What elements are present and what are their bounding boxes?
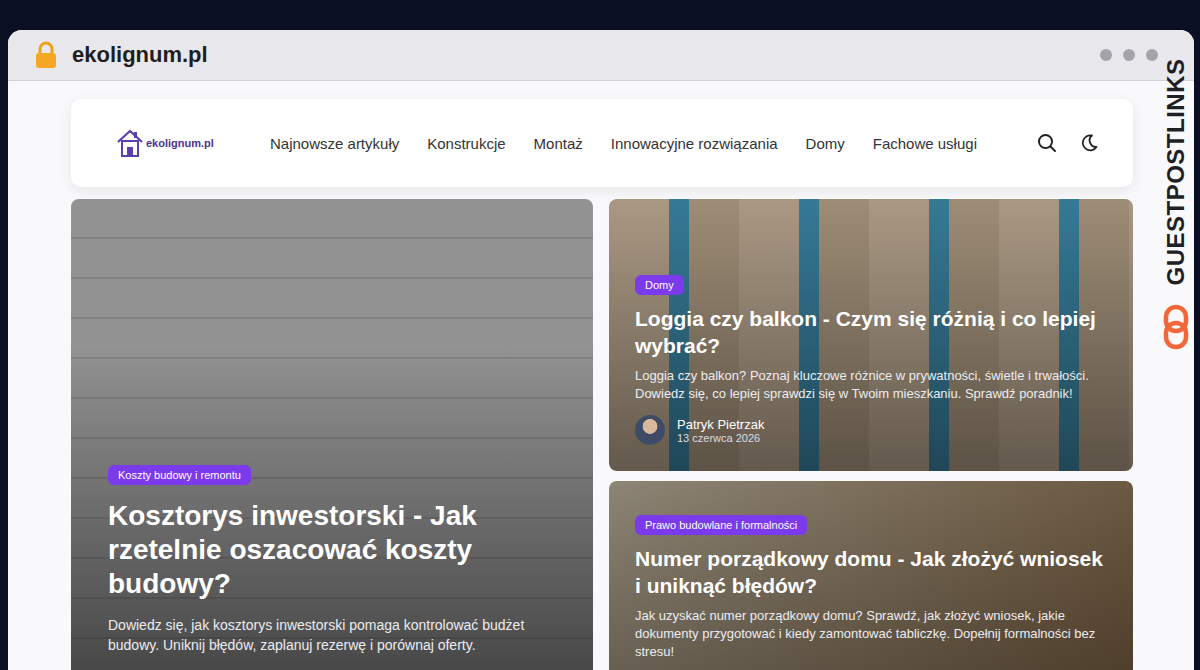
- post-title[interactable]: Kosztorys inwestorski - Jak rzetelnie os…: [108, 499, 563, 601]
- search-icon[interactable]: [1037, 133, 1057, 153]
- window-controls: [1100, 49, 1158, 61]
- side-post[interactable]: Domy Loggia czy balkon - Czym się różnią …: [609, 199, 1133, 471]
- house-icon: [116, 128, 144, 158]
- nav-item[interactable]: Najnowsze artykuły: [270, 135, 399, 152]
- url-text[interactable]: ekolignum.pl: [72, 42, 208, 68]
- lock-icon: [34, 41, 58, 69]
- posts-grid: Koszty budowy i remontu Kosztorys inwesto…: [71, 199, 1133, 670]
- stage: ekolignum.plekolignum.plNajnowsze artyku…: [0, 0, 1200, 670]
- control-dot[interactable]: [1100, 49, 1112, 61]
- author-name[interactable]: Patryk Pietrzak: [677, 417, 764, 432]
- author-row: Patryk Pietrzak13 czerwca 2026: [635, 415, 764, 445]
- nav-item[interactable]: Innowacyjne rozwiązania: [611, 135, 778, 152]
- control-dot[interactable]: [1123, 49, 1135, 61]
- nav-item[interactable]: Fachowe usługi: [873, 135, 977, 152]
- post-title[interactable]: Loggia czy balkon - Czym się różnią i co…: [635, 305, 1107, 359]
- logo[interactable]: ekolignum.pl: [116, 128, 266, 158]
- post-title[interactable]: Numer porządkowy domu - Jak złożyć wnios…: [635, 545, 1107, 599]
- control-dot[interactable]: [1146, 49, 1158, 61]
- nav-item[interactable]: Montaż: [534, 135, 583, 152]
- browser-window: ekolignum.plekolignum.plNajnowsze artyku…: [8, 30, 1194, 670]
- browser-bar: ekolignum.pl: [8, 30, 1194, 81]
- nav-item[interactable]: Domy: [806, 135, 845, 152]
- main-nav: Najnowsze artykuły Konstrukcje Montaż Innow…: [270, 135, 977, 152]
- post-excerpt: Loggia czy balkon? Poznaj kluczowe różni…: [635, 367, 1107, 403]
- post-excerpt: Dowiedz się, jak kosztorys inwestorski p…: [108, 615, 563, 655]
- category-badge[interactable]: Domy: [635, 275, 684, 295]
- page: ekolignum.plNajnowsze artykuły Konstrukcj…: [8, 81, 1194, 670]
- brand-watermark: GUESTPOSTLINKS: [1162, 58, 1190, 285]
- category-badge[interactable]: Prawo budowlane i formalności: [635, 515, 807, 535]
- moon-icon[interactable]: [1079, 133, 1099, 153]
- post-date: 13 czerwca 2026: [677, 432, 764, 444]
- brand-text: GUESTPOSTLINKS: [1162, 58, 1189, 285]
- featured-post[interactable]: Koszty budowy i remontu Kosztorys inwesto…: [71, 199, 593, 670]
- side-post[interactable]: Prawo budowlane i formalności Numer porzą…: [609, 481, 1133, 670]
- header-tools: [1037, 133, 1099, 153]
- post-excerpt: Jak uzyskać numer porządkowy domu? Spraw…: [635, 607, 1107, 661]
- category-badge[interactable]: Koszty budowy i remontu: [108, 465, 251, 485]
- avatar-icon[interactable]: [635, 415, 665, 445]
- nav-item[interactable]: Konstrukcje: [427, 135, 505, 152]
- site-header: ekolignum.plNajnowsze artykuły Konstrukcj…: [71, 99, 1133, 187]
- link-icon: [1163, 304, 1189, 350]
